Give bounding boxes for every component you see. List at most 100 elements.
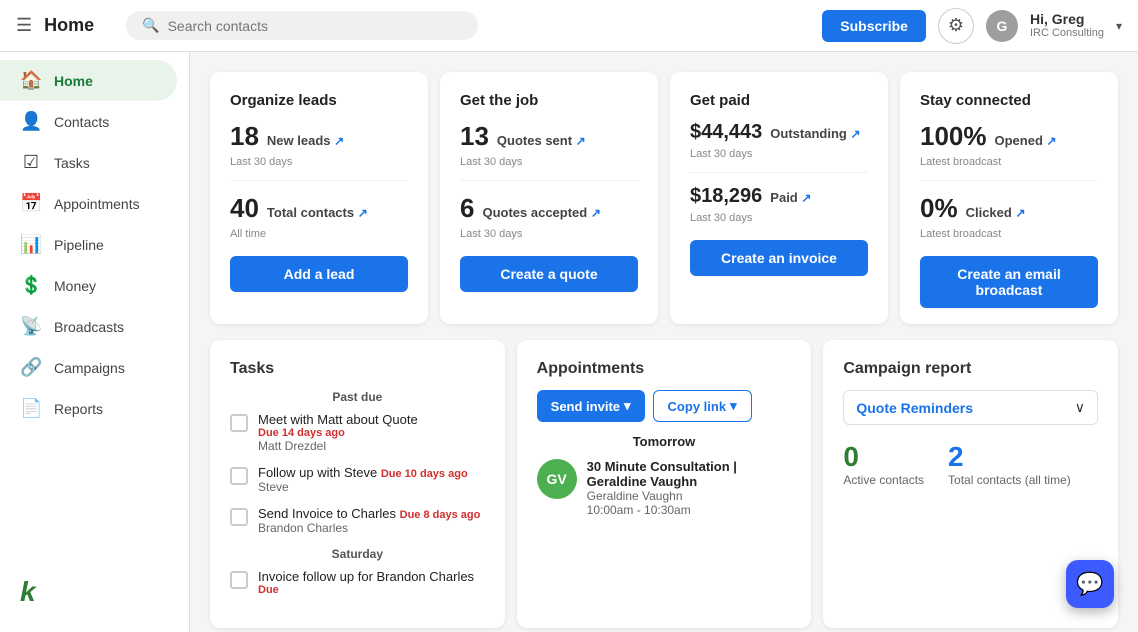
task-due-inline-2: Due 10 days ago [381, 468, 468, 480]
settings-icon[interactable]: ⚙ [938, 8, 974, 44]
task-due-4: Due [258, 584, 474, 596]
sidebar-item-tasks[interactable]: ☑ Tasks [0, 142, 177, 183]
task-due-1: Due 14 days ago [258, 427, 418, 439]
clicked-label: Clicked ↗ [966, 205, 1026, 220]
copy-link-button[interactable]: Copy link ▾ [653, 390, 752, 422]
sidebar-label-campaigns: Campaigns [54, 360, 125, 376]
task-title-4: Invoice follow up for Brandon Charles [258, 569, 474, 584]
create-quote-button[interactable]: Create a quote [460, 256, 638, 292]
quotes-accepted-arrow: ↗ [591, 206, 601, 220]
layout: 🏠 Home 👤 Contacts ☑ Tasks 📅 Appointments… [0, 52, 1138, 632]
task-item: Invoice follow up for Brandon Charles Du… [230, 569, 485, 596]
new-leads-sub: Last 30 days [230, 156, 408, 168]
top-nav: ☰ Home 🔍 Subscribe ⚙ G Hi, Greg IRC Cons… [0, 0, 1138, 52]
task-checkbox-3[interactable] [230, 508, 248, 526]
sidebar-label-pipeline: Pipeline [54, 237, 104, 253]
opened-number: 100% [920, 121, 987, 152]
campaign-dropdown-label: Quote Reminders [856, 400, 973, 416]
search-input[interactable] [168, 18, 463, 34]
campaigns-icon: 🔗 [20, 357, 42, 378]
stat-outstanding: $44,443 Outstanding ↗ [690, 121, 868, 144]
quotes-accepted-number: 6 [460, 193, 474, 224]
task-person-1: Matt Drezdel [258, 439, 418, 453]
sidebar-label-contacts: Contacts [54, 114, 109, 130]
paid-arrow: ↗ [801, 191, 811, 205]
task-due-inline-3: Due 8 days ago [400, 509, 481, 521]
outstanding-label: Outstanding ↗ [770, 126, 860, 141]
card-title-stay-connected: Stay connected [920, 92, 1098, 109]
opened-label: Opened ↗ [995, 133, 1057, 148]
stat-quotes-sent: 13 Quotes sent ↗ [460, 121, 638, 152]
task-title-2: Follow up with Steve Due 10 days ago [258, 465, 468, 480]
outstanding-number: $44,443 [690, 121, 762, 144]
sidebar-item-money[interactable]: 💲 Money [0, 265, 177, 306]
copy-link-chevron: ▾ [730, 398, 737, 414]
send-invite-button[interactable]: Send invite ▾ [537, 390, 645, 422]
task-title-3: Send Invoice to Charles Due 8 days ago [258, 506, 480, 521]
sidebar-item-contacts[interactable]: 👤 Contacts [0, 101, 177, 142]
user-company: IRC Consulting [1030, 27, 1104, 40]
subscribe-button[interactable]: Subscribe [822, 10, 926, 42]
sidebar: 🏠 Home 👤 Contacts ☑ Tasks 📅 Appointments… [0, 52, 190, 632]
stat-opened: 100% Opened ↗ [920, 121, 1098, 152]
total-contacts-label: Total contacts ↗ [267, 205, 368, 220]
campaign-report-dropdown[interactable]: Quote Reminders ∨ [843, 390, 1098, 425]
task-checkbox-2[interactable] [230, 467, 248, 485]
user-greeting: Hi, Greg [1030, 11, 1104, 28]
sidebar-item-pipeline[interactable]: 📊 Pipeline [0, 224, 177, 265]
pipeline-icon: 📊 [20, 234, 42, 255]
user-menu-chevron[interactable]: ▾ [1116, 19, 1122, 33]
appointments-panel-title: Appointments [537, 360, 792, 378]
active-contacts-stat: 0 Active contacts [843, 441, 924, 487]
card-title-organize-leads: Organize leads [230, 92, 408, 109]
appointments-icon: 📅 [20, 193, 42, 214]
sidebar-bottom: k [0, 560, 189, 624]
opened-arrow: ↗ [1047, 134, 1057, 148]
task-item: Meet with Matt about Quote Due 14 days a… [230, 412, 485, 453]
card-stay-connected: Stay connected 100% Opened ↗ Latest broa… [900, 72, 1118, 324]
chat-fab-button[interactable]: 💬 [1066, 560, 1114, 608]
appointment-item: GV 30 Minute Consultation | Geraldine Va… [537, 459, 792, 517]
task-checkbox-1[interactable] [230, 414, 248, 432]
sidebar-label-money: Money [54, 278, 96, 294]
app-title: Home [44, 15, 94, 36]
sidebar-item-appointments[interactable]: 📅 Appointments [0, 183, 177, 224]
sidebar-item-home[interactable]: 🏠 Home [0, 60, 177, 101]
create-broadcast-button[interactable]: Create an email broadcast [920, 256, 1098, 308]
report-stats: 0 Active contacts 2 Total contacts (all … [843, 441, 1098, 487]
menu-icon[interactable]: ☰ [16, 15, 32, 36]
total-contacts-arrow: ↗ [358, 206, 368, 220]
stat-paid: $18,296 Paid ↗ [690, 185, 868, 208]
sidebar-label-home: Home [54, 73, 93, 89]
sidebar-item-reports[interactable]: 📄 Reports [0, 388, 177, 429]
add-lead-button[interactable]: Add a lead [230, 256, 408, 292]
create-invoice-button[interactable]: Create an invoice [690, 240, 868, 276]
appointment-time: 10:00am - 10:30am [587, 503, 792, 517]
total-contacts-sub: All time [230, 228, 408, 240]
active-contacts-label: Active contacts [843, 473, 924, 487]
appointments-actions: Send invite ▾ Copy link ▾ [537, 390, 792, 422]
active-contacts-number: 0 [843, 441, 924, 473]
task-item: Follow up with Steve Due 10 days ago Ste… [230, 465, 485, 494]
sidebar-item-broadcasts[interactable]: 📡 Broadcasts [0, 306, 177, 347]
task-checkbox-4[interactable] [230, 571, 248, 589]
total-contacts-all-time-label: Total contacts (all time) [948, 473, 1071, 487]
app-logo: k [20, 576, 169, 608]
tasks-panel: Tasks Past due Meet with Matt about Quot… [210, 340, 505, 628]
task-item: Send Invoice to Charles Due 8 days ago B… [230, 506, 485, 535]
chat-icon: 💬 [1076, 571, 1103, 597]
quotes-accepted-label: Quotes accepted ↗ [482, 205, 600, 220]
search-icon: 🔍 [142, 17, 159, 34]
tasks-icon: ☑ [20, 152, 42, 173]
avatar[interactable]: G [986, 10, 1018, 42]
stat-quotes-accepted: 6 Quotes accepted ↗ [460, 193, 638, 224]
sidebar-label-broadcasts: Broadcasts [54, 319, 124, 335]
reports-icon: 📄 [20, 398, 42, 419]
clicked-number: 0% [920, 193, 958, 224]
sidebar-item-campaigns[interactable]: 🔗 Campaigns [0, 347, 177, 388]
user-info[interactable]: Hi, Greg IRC Consulting [1030, 11, 1104, 41]
sidebar-label-tasks: Tasks [54, 155, 90, 171]
past-due-label: Past due [230, 390, 485, 404]
sidebar-label-reports: Reports [54, 401, 103, 417]
search-bar[interactable]: 🔍 [126, 11, 478, 40]
